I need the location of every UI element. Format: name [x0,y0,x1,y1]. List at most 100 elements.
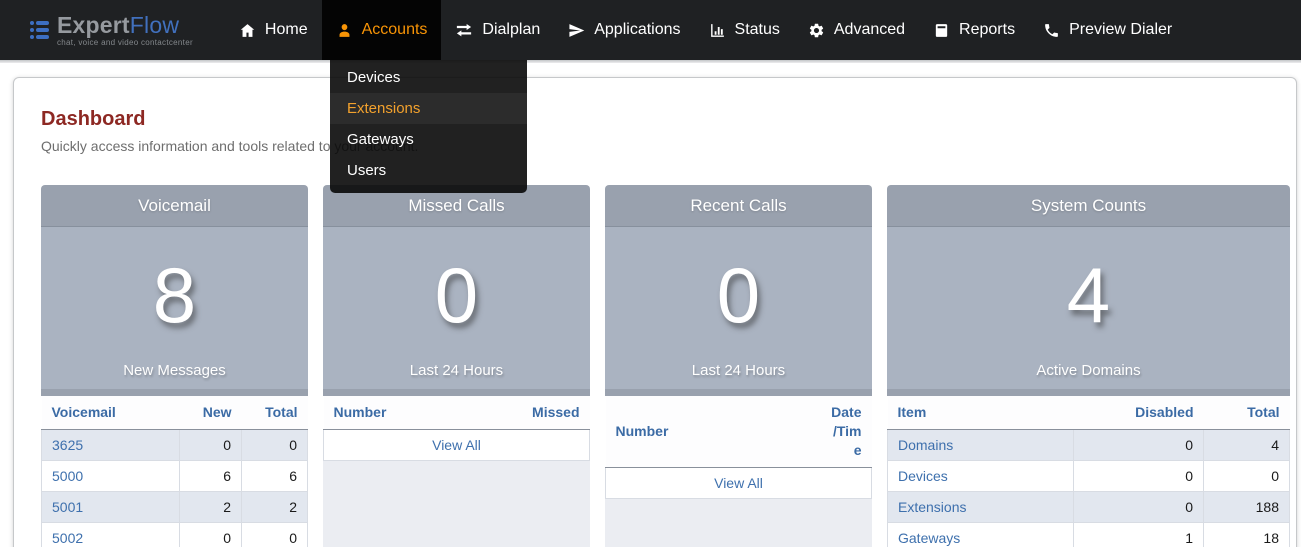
card-missed-calls: Missed Calls 0 Last 24 Hours NumberMisse… [323,185,590,547]
phone-icon [1043,22,1060,39]
book-icon [933,22,950,39]
card-table: NumberDate/Time View All [605,396,872,499]
column-header-total: Total [1204,396,1290,429]
accounts-dropdown-menu: DevicesExtensionsGatewaysUsers [330,60,527,193]
table-row: Devices 00 [888,460,1290,491]
table-cell: 0 [1204,460,1290,491]
card-footer-strip [323,389,590,396]
dashboard-cards: Voicemail 8 New Messages VoicemailNewTot… [41,185,1290,547]
card-title: Recent Calls [605,185,872,227]
nav-item-accounts[interactable]: Accounts [322,0,442,60]
card-footer-strip [41,389,308,396]
nav-item-dialplan[interactable]: Dialplan [441,0,554,60]
table-row-link[interactable]: 3625 [52,437,83,453]
nav-item-label: Status [735,21,780,39]
table-cell: 2 [180,491,242,522]
table-row: Domains 04 [888,429,1290,460]
nav-item-status[interactable]: Status [695,0,794,60]
brand-tagline: chat, voice and video contactcenter [57,39,193,47]
table-cell: 6 [242,460,308,491]
table-row-link[interactable]: Gateways [898,530,960,546]
table-cell: 188 [1204,491,1290,522]
top-navbar: ExpertFlow chat, voice and video contact… [0,0,1301,60]
column-header-new: New [180,396,242,429]
table-cell: 0 [1074,429,1204,460]
card-big-value: 0 [717,227,760,362]
table-row-link[interactable]: Devices [898,468,948,484]
nav-item-label: Preview Dialer [1069,21,1172,39]
brand-logo[interactable]: ExpertFlow chat, voice and video contact… [30,0,193,60]
brand-name-secondary: Flow [130,12,179,38]
accounts-menu-item-gateways[interactable]: Gateways [330,124,527,155]
empty-table-area [323,461,590,547]
table-cell: 2 [242,491,308,522]
card-footer-strip [605,389,872,396]
card-big-value: 8 [153,227,196,362]
view-all-link[interactable]: View All [432,437,481,453]
card-caption: Last 24 Hours [692,362,785,379]
table-row-link[interactable]: Extensions [898,499,966,515]
table-cell: 0 [180,429,242,460]
gear-icon [808,22,825,39]
nav-item-label: Reports [959,21,1015,39]
table-cell: 0 [1074,460,1204,491]
table-row: 5001 22 [42,491,308,522]
table-row-link[interactable]: 5001 [52,499,83,515]
card-big-value: 4 [1067,227,1110,362]
nav-item-label: Dialplan [482,21,540,39]
nav-item-label: Applications [594,21,680,39]
page-subtitle: Quickly access information and tools rel… [41,138,1290,154]
nav-item-applications[interactable]: Applications [554,0,694,60]
table-cell: 0 [180,522,242,547]
card-footer-strip [887,389,1290,396]
table-row-link[interactable]: 5002 [52,530,83,546]
column-header-number: Number [606,396,818,467]
page-title: Dashboard [41,108,1290,131]
card-table: NumberMissedView All [323,396,590,461]
column-header-number: Number [324,396,520,429]
card-table: VoicemailNewTotal36250050006650012250020… [41,396,308,547]
accounts-menu-item-extensions[interactable]: Extensions [330,93,527,124]
view-all-link[interactable]: View All [714,475,763,491]
nav-item-advanced[interactable]: Advanced [794,0,919,60]
column-header-total: Total [242,396,308,429]
table-row: Gateways118 [888,522,1290,547]
card-title: System Counts [887,185,1290,227]
nav-item-preview-dialer[interactable]: Preview Dialer [1029,0,1186,60]
table-row: 362500 [42,429,308,460]
user-icon [336,22,353,39]
card-caption: Active Domains [1036,362,1140,379]
brand-name-primary: Expert [57,12,130,38]
home-icon [239,22,256,39]
card-recent-calls: Recent Calls 0 Last 24 Hours NumberDate/… [605,185,872,547]
table-row: Extensions 0188 [888,491,1290,522]
table-cell: 0 [242,522,308,547]
transfer-arrows-icon [455,21,473,39]
content-panel: Dashboard Quickly access information and… [13,77,1297,547]
nav-item-reports[interactable]: Reports [919,0,1029,60]
table-row: 5002 00 [42,522,308,547]
nav-item-label: Advanced [834,21,905,39]
accounts-menu-item-devices[interactable]: Devices [330,62,527,93]
table-cell: 1 [1074,522,1204,547]
bar-chart-icon [709,22,726,39]
column-header-item: Item [888,396,1074,429]
paper-plane-icon [568,22,585,39]
navbar-bottom-divider [0,60,1301,63]
nav-item-home[interactable]: Home [225,0,322,60]
table-cell: 4 [1204,429,1290,460]
table-row-link[interactable]: Domains [898,437,953,453]
card-big-value: 0 [435,227,478,362]
accounts-menu-item-users[interactable]: Users [330,155,527,186]
card-caption: New Messages [123,362,226,379]
column-header-voicemail: Voicemail [42,396,180,429]
card-table: ItemDisabledTotalDomains04Devices00Exten… [887,396,1290,547]
table-row: 5000 66 [42,460,308,491]
table-cell: 0 [1074,491,1204,522]
brand-logo-icon [30,21,49,39]
main-nav: HomeAccounts Dialplan Applications Status Ad… [225,0,1186,60]
table-cell: 6 [180,460,242,491]
table-row-link[interactable]: 5000 [52,468,83,484]
column-header-date-time: Date/Time [818,396,872,467]
card-voicemail: Voicemail 8 New Messages VoicemailNewTot… [41,185,308,547]
